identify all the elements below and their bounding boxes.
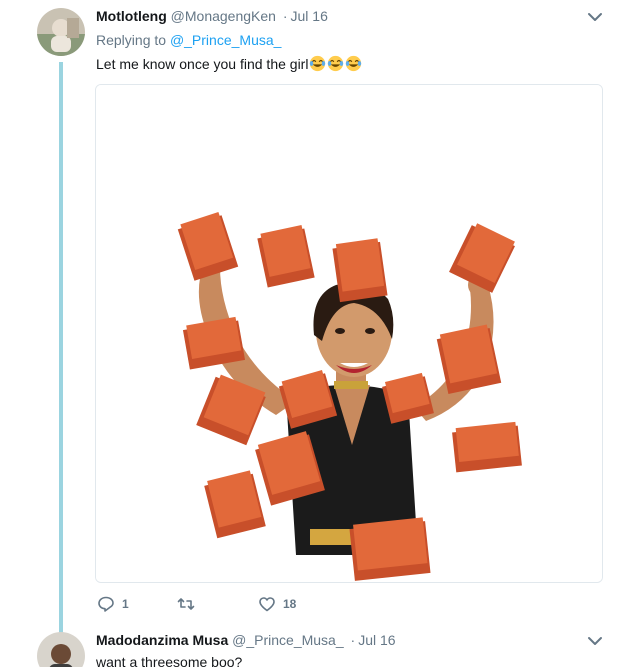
avatar[interactable] <box>37 632 85 667</box>
chevron-down-icon[interactable] <box>586 8 604 26</box>
reply-count: 1 <box>122 597 129 611</box>
display-name[interactable]: Madodanzima Musa <box>96 632 228 648</box>
replying-to-link[interactable]: @_Prince_Musa_ <box>170 32 282 48</box>
face-with-tears-of-joy-icon <box>345 55 362 72</box>
tweet-date[interactable]: Jul 16 <box>291 8 328 24</box>
like-action[interactable]: 18 <box>258 594 296 614</box>
like-count: 18 <box>283 597 297 611</box>
thread-connector-line <box>59 62 63 636</box>
reply-icon <box>98 596 114 612</box>
tweet-header: Motlotleng @MonagengKen · Jul 16 <box>96 6 328 26</box>
display-name[interactable]: Motlotleng <box>96 8 167 24</box>
face-with-tears-of-joy-icon <box>327 55 344 72</box>
separator-dot: · <box>282 8 288 24</box>
face-with-tears-of-joy-icon <box>309 55 326 72</box>
user-handle[interactable]: @MonagengKen <box>171 8 276 24</box>
replying-to: Replying to @_Prince_Musa_ <box>96 30 281 50</box>
chevron-down-icon[interactable] <box>586 632 604 650</box>
tweet-text: want a threesome boo? <box>96 652 242 667</box>
retweet-action[interactable] <box>177 594 202 614</box>
reply-action[interactable]: 1 <box>97 594 129 614</box>
tweet-text-content: want a threesome boo? <box>96 654 243 667</box>
tweet-header: Madodanzima Musa @_Prince_Musa_ · Jul 16 <box>96 630 396 650</box>
heart-icon <box>259 597 275 612</box>
separator-dot: · <box>350 632 356 648</box>
replying-label: Replying to <box>96 32 167 48</box>
avatar[interactable] <box>37 8 85 56</box>
retweet-icon <box>177 598 195 610</box>
tweet-text-content: Let me know once you find the girl <box>96 56 309 72</box>
user-handle[interactable]: @_Prince_Musa_ <box>232 632 344 648</box>
tweet-text: Let me know once you find the girl <box>96 54 362 74</box>
tweet-date[interactable]: Jul 16 <box>358 632 395 648</box>
tweet-media-image[interactable] <box>95 84 603 583</box>
